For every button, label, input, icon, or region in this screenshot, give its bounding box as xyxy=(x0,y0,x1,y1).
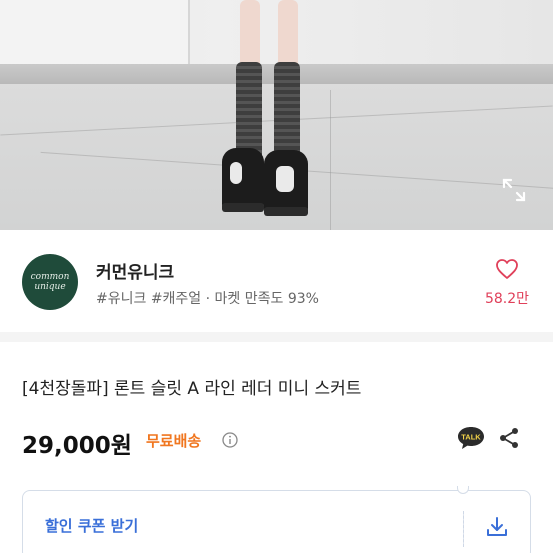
coupon-separator xyxy=(463,511,464,547)
talk-label: TALK xyxy=(461,433,481,442)
like-count: 58.2만 xyxy=(484,291,530,307)
seller-name[interactable]: 커먼유니크 xyxy=(96,258,174,283)
section-divider xyxy=(0,332,553,342)
expand-icon[interactable] xyxy=(500,176,528,204)
photo-sock-right xyxy=(274,62,300,162)
heart-icon xyxy=(496,259,518,279)
photo-sock-left xyxy=(236,62,262,162)
photo-shoe-left xyxy=(222,148,264,212)
avatar-text-line2: unique xyxy=(34,282,66,292)
free-shipping-label: 무료배송 xyxy=(146,432,202,450)
download-icon[interactable] xyxy=(483,513,511,541)
product-photo[interactable] xyxy=(0,0,553,230)
coupon-label[interactable]: 할인 쿠폰 받기 xyxy=(45,515,138,536)
coupon-box[interactable]: 할인 쿠폰 받기 xyxy=(22,490,531,553)
like-button[interactable]: 58.2만 xyxy=(482,256,532,312)
product-price: 29,000원 xyxy=(22,433,132,459)
product-title: [4천장돌파] 론트 슬릿 A 라인 레더 미니 스커트 xyxy=(22,379,362,399)
photo-wall-panel xyxy=(0,0,190,68)
seller-tags: #유니크 #캐주얼 · 마켓 만족도 93% xyxy=(96,291,319,307)
photo-floor-line xyxy=(330,90,331,230)
photo-shoe-right xyxy=(264,150,308,216)
avatar-text-line1: common xyxy=(30,272,70,282)
seller-row[interactable]: common unique 커먼유니크 #유니크 #캐주얼 · 마켓 만족도 9… xyxy=(0,230,553,332)
seller-avatar[interactable]: common unique xyxy=(22,254,78,310)
share-icon[interactable] xyxy=(497,426,521,450)
info-icon[interactable] xyxy=(222,432,238,448)
talk-button[interactable]: TALK xyxy=(456,425,486,451)
